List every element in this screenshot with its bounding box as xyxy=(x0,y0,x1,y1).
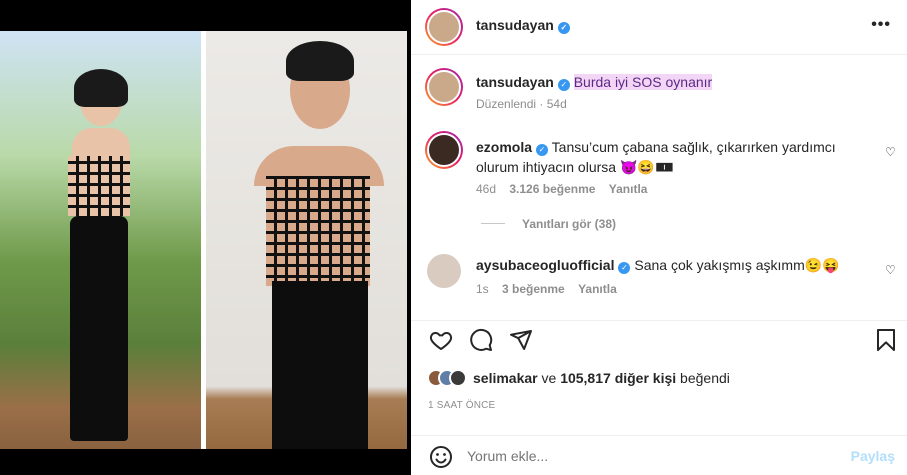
caption-text: Burda iyi SOS oynanır xyxy=(573,74,713,90)
comment-avatar-aysubaceogluofficial[interactable] xyxy=(427,254,461,288)
liker-username[interactable]: selimakar xyxy=(473,370,538,386)
edited-label: Düzenlendi xyxy=(476,97,537,111)
verified-badge-icon: ✓ xyxy=(557,22,570,34)
figure-grid-top xyxy=(68,156,130,216)
likes-text: selimakar ve 105,817 diğer kişi beğendi xyxy=(473,370,730,386)
post-comment-button[interactable]: Paylaş xyxy=(851,448,895,464)
share-icon[interactable] xyxy=(509,328,533,352)
view-replies-button[interactable]: Yanıtları gör (38) xyxy=(522,217,616,231)
comment-username[interactable]: ezomola xyxy=(476,139,532,155)
emoji-icon[interactable] xyxy=(429,445,453,469)
more-horizontal-icon[interactable]: ••• xyxy=(871,16,891,34)
post-time[interactable]: 1 SAAT ÖNCE xyxy=(428,400,495,411)
author-avatar[interactable] xyxy=(425,8,463,46)
comment-composer: Paylaş xyxy=(411,435,907,475)
likes-count-button[interactable]: 105,817 diğer kişi xyxy=(560,370,676,386)
photo-woman-dress xyxy=(0,31,201,449)
comment-meta: 1s 3 beğenme Yanıtla xyxy=(476,282,617,296)
comment-time[interactable]: 1s xyxy=(476,282,489,296)
caption: tansudayan ✓ Burda iyi SOS oynanır xyxy=(476,72,713,92)
heart-icon[interactable] xyxy=(429,328,453,352)
caption-meta: Düzenlendi · 54d xyxy=(476,97,567,111)
post-side-panel: tansudayan ✓ ••• tansudayan ✓ Burda iyi SO… xyxy=(411,0,907,475)
comment-likes[interactable]: 3 beğenme xyxy=(502,282,565,296)
replies-divider xyxy=(481,223,505,224)
figure-hair xyxy=(74,69,128,107)
bookmark-icon[interactable] xyxy=(875,328,897,352)
photo-man-dress xyxy=(206,31,407,449)
comment-aysubaceogluofficial: aysubaceogluofficial ✓ Sana çok yakışmış … xyxy=(476,255,840,275)
comment-likes[interactable]: 3.126 beğenme xyxy=(509,182,595,196)
comment-ezomola: ezomola ✓ Tansu’cum çabana sağlık, çıkarı… xyxy=(476,137,876,177)
post-header: tansudayan ✓ ••• xyxy=(411,0,907,55)
heart-icon[interactable]: ♡ xyxy=(885,146,897,158)
edited-time[interactable]: 54d xyxy=(547,97,567,111)
post-media[interactable] xyxy=(0,0,411,475)
figure-grid-top xyxy=(266,176,370,286)
liker-avatar[interactable] xyxy=(449,369,467,387)
figure-skirt xyxy=(70,216,128,441)
figure-hair xyxy=(286,41,354,81)
caption-avatar[interactable] xyxy=(425,68,463,106)
comment-input[interactable] xyxy=(467,445,827,467)
comment-avatar-ezomola[interactable] xyxy=(425,131,463,169)
comment-username[interactable]: aysubaceogluofficial xyxy=(476,257,614,273)
action-bar xyxy=(411,320,907,360)
caption-username[interactable]: tansudayan xyxy=(476,74,554,90)
comment-time[interactable]: 46d xyxy=(476,182,496,196)
heart-icon[interactable]: ♡ xyxy=(885,264,897,276)
verified-badge-icon: ✓ xyxy=(536,144,549,156)
figure-skirt xyxy=(272,281,368,449)
reply-button[interactable]: Yanıtla xyxy=(609,182,648,196)
author-username[interactable]: tansudayan ✓ xyxy=(476,17,570,34)
comment-meta: 46d 3.126 beğenme Yanıtla xyxy=(476,182,647,196)
verified-badge-icon: ✓ xyxy=(618,262,631,274)
verified-badge-icon: ✓ xyxy=(557,79,570,91)
comment-icon[interactable] xyxy=(469,328,493,352)
reply-button[interactable]: Yanıtla xyxy=(578,282,617,296)
comment-text: Sana çok yakışmış aşkımm😉😝 xyxy=(634,257,840,273)
